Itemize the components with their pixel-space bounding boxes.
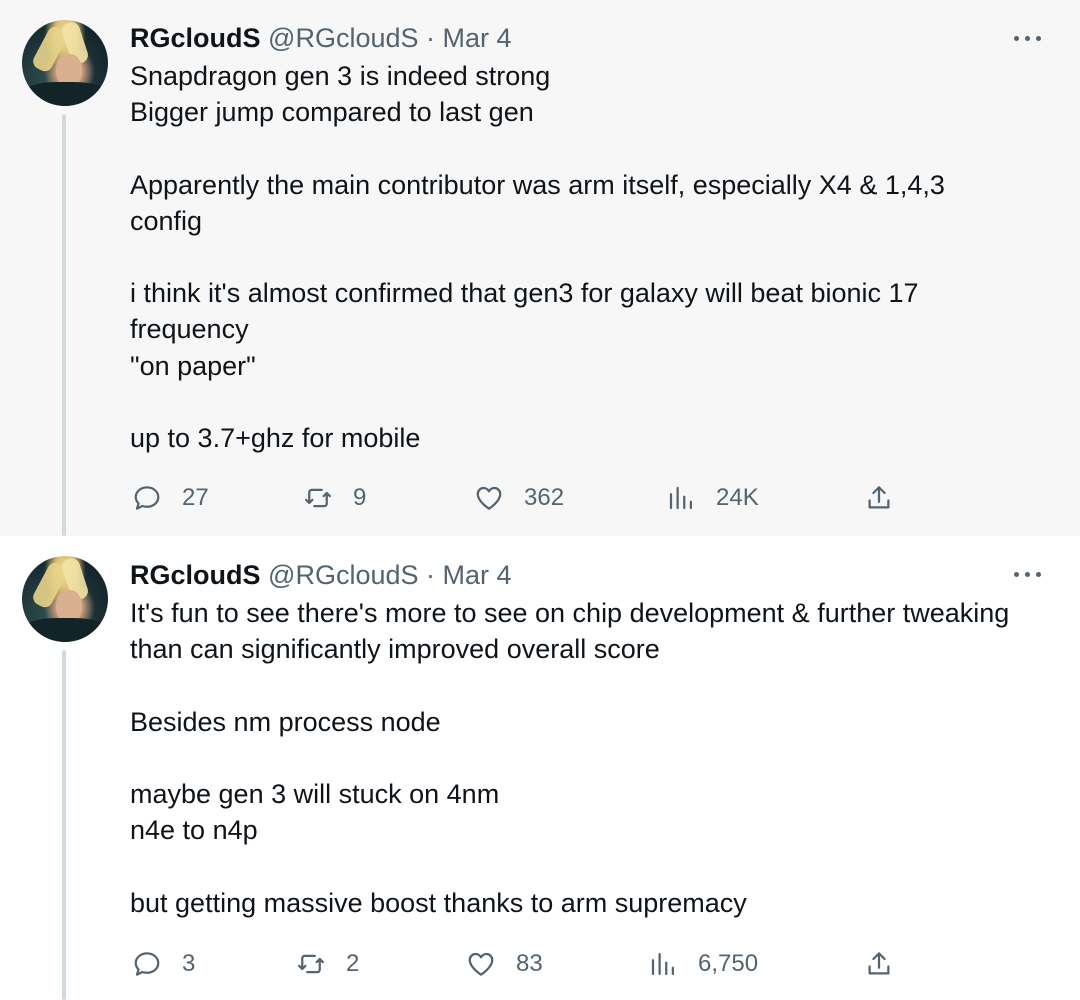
- tweet-date[interactable]: Mar 4: [443, 560, 512, 590]
- retweet-count: 9: [353, 484, 367, 511]
- retweet-button[interactable]: 9: [303, 478, 366, 518]
- tweet-text-line: [130, 384, 1060, 420]
- tweet-text-line: but getting massive boost thanks to arm …: [130, 887, 747, 918]
- tweet-text: It's fun to see there's more to see on c…: [130, 595, 1060, 921]
- tweet-text-line: Apparently the main contributor was arm …: [130, 169, 945, 200]
- like-count: 83: [516, 950, 543, 977]
- tweet-text-line: [130, 130, 1060, 166]
- tweet-text-line: [130, 239, 1060, 275]
- like-count: 362: [524, 484, 565, 511]
- views-button[interactable]: 24K: [666, 478, 759, 518]
- more-dots-icon: [1014, 36, 1019, 41]
- tweet-header: RGcloudS @RGcloudS · Mar 4: [130, 559, 512, 591]
- like-button[interactable]: 362: [474, 478, 564, 518]
- retweet-icon: [305, 488, 331, 508]
- tweet-text-line: Snapdragon gen 3 is indeed strong: [130, 61, 551, 91]
- tweet-text-line: frequency: [130, 314, 249, 345]
- thread-connector-line: [62, 114, 66, 536]
- share-icon: [868, 952, 890, 975]
- views-count: 6,750: [698, 950, 759, 977]
- reply-icon: [134, 486, 160, 510]
- user-handle[interactable]: @RGcloudS: [268, 560, 418, 590]
- tweet-text-line: up to 3.7+ghz for mobile: [130, 422, 421, 453]
- tweet-text-line: i think it's almost confirmed that gen3 …: [130, 278, 919, 309]
- reply-button[interactable]: 27: [132, 478, 209, 518]
- retweet-icon: [298, 954, 324, 974]
- retweet-button[interactable]: 2: [296, 944, 359, 984]
- reply-count: 27: [182, 484, 209, 511]
- tweet-text-line: maybe gen 3 will stuck on 4nm: [130, 778, 500, 809]
- share-icon: [868, 486, 890, 509]
- tweet-text-line: [130, 667, 1060, 703]
- more-options-button[interactable]: [1010, 24, 1046, 52]
- tweet-text-line: "on paper": [130, 350, 256, 381]
- like-button[interactable]: 83: [466, 944, 543, 984]
- user-name[interactable]: RGcloudS: [130, 560, 261, 590]
- tweet-text-line: [130, 740, 1060, 776]
- tweet-actions: 27 9 362 24K: [0, 478, 1080, 518]
- avatar[interactable]: [22, 556, 108, 642]
- tweet-actions: 3 2 83 6,750: [0, 944, 1080, 984]
- tweet-text-line: config: [130, 205, 203, 236]
- tweet-text-line: than can significantly improved overall …: [130, 634, 660, 665]
- reply-count: 3: [182, 950, 196, 977]
- tweet-date[interactable]: Mar 4: [443, 23, 512, 53]
- views-chart-icon: [669, 486, 692, 510]
- views-button[interactable]: 6,750: [648, 944, 758, 984]
- tweet-2[interactable]: RGcloudS @RGcloudS · Mar 4 It's fun to s…: [0, 536, 1080, 1000]
- views-chart-icon: [651, 952, 674, 976]
- heart-icon: [468, 952, 494, 976]
- tweet-text-line: [130, 848, 1060, 884]
- user-name[interactable]: RGcloudS: [130, 23, 261, 53]
- separator-dot: ·: [426, 560, 436, 590]
- separator-dot: ·: [426, 23, 436, 53]
- tweet-header: RGcloudS @RGcloudS · Mar 4: [130, 22, 512, 54]
- more-options-button[interactable]: [1010, 560, 1046, 588]
- tweet-1[interactable]: RGcloudS @RGcloudS · Mar 4 Snapdragon ge…: [0, 0, 1080, 536]
- tweet-text-line: Bigger jump compared to last gen: [130, 97, 534, 128]
- share-button[interactable]: [864, 944, 894, 984]
- user-handle[interactable]: @RGcloudS: [268, 23, 418, 53]
- tweet-text-line: It's fun to see there's more to see on c…: [130, 598, 1010, 628]
- tweet-text-line: n4e to n4p: [130, 815, 258, 846]
- retweet-count: 2: [346, 950, 360, 977]
- views-count: 24K: [716, 484, 759, 511]
- tweet-text: Snapdragon gen 3 is indeed strong Bigger…: [130, 58, 1060, 456]
- share-button[interactable]: [864, 478, 894, 518]
- avatar[interactable]: [22, 20, 108, 106]
- reply-icon: [134, 952, 160, 976]
- tweet-text-line: Besides nm process node: [130, 706, 441, 737]
- reply-button[interactable]: 3: [132, 944, 195, 984]
- heart-icon: [476, 486, 502, 510]
- more-dots-icon: [1014, 572, 1019, 577]
